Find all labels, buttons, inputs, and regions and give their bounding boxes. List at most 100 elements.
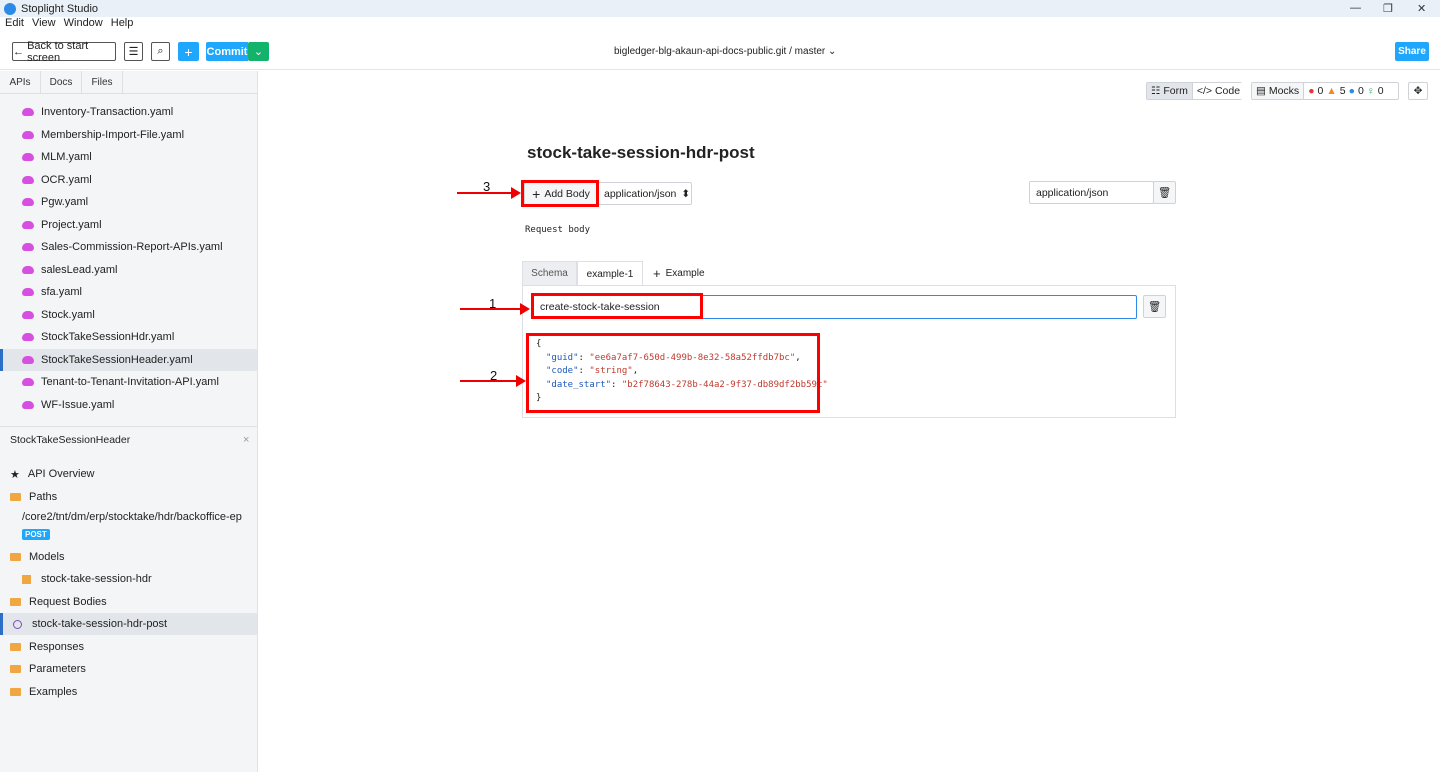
arrow-left-icon: ← <box>13 45 28 58</box>
file-item[interactable]: Stock.yaml <box>0 304 257 326</box>
back-button[interactable]: ← Back to start screen <box>12 40 116 64</box>
info-icon: ● <box>1348 85 1355 97</box>
folder-icon <box>10 553 21 561</box>
folder-icon <box>10 665 21 673</box>
nav-request-body-item[interactable]: stock-take-session-hdr-post <box>0 613 257 635</box>
file-item[interactable]: WF-Issue.yaml <box>0 394 257 416</box>
file-item[interactable]: StockTakeSessionHeader.yaml <box>0 348 257 371</box>
add-example-tab[interactable]: + Example <box>643 261 705 286</box>
api-cloud-icon <box>22 355 34 364</box>
code-tab[interactable]: </> Code <box>1192 83 1245 99</box>
file-item[interactable]: Inventory-Transaction.yaml <box>0 101 257 123</box>
nav-paths[interactable]: Paths <box>0 486 257 508</box>
nav-api-overview[interactable]: ★ API Overview <box>0 463 257 485</box>
file-item[interactable]: Project.yaml <box>0 214 257 236</box>
api-cloud-icon <box>22 265 34 274</box>
annotation-box-1 <box>531 293 703 319</box>
close-window-icon[interactable]: ✕ <box>1417 2 1426 15</box>
server-icon: ▤ <box>1256 85 1269 97</box>
star-icon: ★ <box>10 468 20 481</box>
api-cloud-icon <box>22 400 34 409</box>
nav-examples[interactable]: Examples <box>0 681 257 703</box>
app-title: Stoplight Studio <box>21 2 99 15</box>
description: Request body <box>525 225 591 235</box>
toolbar: ← Back to start screen ☰ ⌕ + Commit ⌄ bi… <box>0 33 1440 70</box>
tab-schema[interactable]: Schema <box>522 261 577 286</box>
tab-files[interactable]: Files <box>82 71 123 93</box>
hint-icon: ♀ <box>1366 85 1375 97</box>
api-cloud-icon <box>22 378 34 386</box>
menu-edit[interactable]: Edit <box>5 17 24 33</box>
nav-request-bodies[interactable]: Request Bodies <box>0 591 257 613</box>
api-cloud-icon <box>22 288 34 296</box>
repo-breadcrumb[interactable]: bigledger-blg-akaun-api-docs-public.git … <box>614 46 836 57</box>
close-panel-icon[interactable]: × <box>243 434 249 446</box>
folder-icon <box>10 493 21 501</box>
commit-dropdown-chevron-icon[interactable]: ⌄ <box>248 42 269 61</box>
menu-bar: Edit View Window Help <box>0 17 133 33</box>
annotation-label-2: 2 <box>490 368 498 383</box>
nav-path-item[interactable]: /core2/tnt/dm/erp/stocktake/hdr/backoffi… <box>0 506 257 528</box>
diagnostics[interactable]: ● 0 ▲ 5 ● 0 ♀ 0 <box>1304 85 1383 97</box>
file-item[interactable]: salesLead.yaml <box>0 259 257 281</box>
menu-help[interactable]: Help <box>111 17 134 33</box>
api-cloud-icon <box>22 108 34 116</box>
mocks-button[interactable]: ▤ Mocks <box>1252 83 1305 99</box>
annotation-label-3: 3 <box>483 179 491 194</box>
file-item[interactable]: Sales-Commission-Report-APIs.yaml <box>0 236 257 258</box>
annotation-label-1: 1 <box>489 296 497 311</box>
tab-apis[interactable]: APIs <box>0 71 41 93</box>
request-body-icon <box>13 619 22 629</box>
media-type-select[interactable]: application/json ⬍ <box>598 182 692 205</box>
restore-icon[interactable]: ❐ <box>1383 2 1393 15</box>
api-cloud-icon <box>22 333 34 341</box>
form-tab[interactable]: ☷ Form <box>1147 83 1193 99</box>
file-item[interactable]: Membership-Import-File.yaml <box>0 124 257 146</box>
annotation-box-2 <box>526 333 820 413</box>
example-tabs: Schema example-1 + Example <box>522 261 705 286</box>
title-bar: Stoplight Studio — ❐ ✕ <box>0 0 1440 17</box>
tab-docs[interactable]: Docs <box>41 71 82 93</box>
file-item[interactable]: Tenant-to-Tenant-Invitation-API.yaml <box>0 371 257 393</box>
media-type-input[interactable]: application/json <box>1029 181 1154 204</box>
api-cloud-icon <box>22 310 34 319</box>
menu-view[interactable]: View <box>32 17 56 33</box>
cube-icon <box>22 574 31 584</box>
annotation-box-3 <box>521 180 599 207</box>
search-icon[interactable]: ⌕ <box>151 42 170 61</box>
nav-model-item[interactable]: stock-take-session-hdr <box>0 568 257 590</box>
menu-window[interactable]: Window <box>64 17 103 33</box>
sort-icon: ⬍ <box>681 187 691 200</box>
nav-responses[interactable]: Responses <box>0 636 257 658</box>
move-icon[interactable]: ✥ <box>1408 82 1428 100</box>
file-item[interactable]: StockTakeSessionHdr.yaml <box>0 326 257 348</box>
breadcrumb-separator: / <box>789 46 792 57</box>
chevron-down-icon: ⌄ <box>828 46 837 57</box>
add-button[interactable]: + <box>178 42 199 61</box>
folder-icon <box>10 688 21 696</box>
file-item[interactable]: OCR.yaml <box>0 169 257 191</box>
api-cloud-icon <box>22 130 34 139</box>
nav-parameters[interactable]: Parameters <box>0 658 257 680</box>
panel-title: StockTakeSessionHeader <box>10 434 131 446</box>
api-cloud-icon <box>22 220 34 229</box>
delete-example-icon[interactable]: 🗑 <box>1143 295 1166 318</box>
nav-models[interactable]: Models <box>0 546 257 568</box>
minimize-icon[interactable]: — <box>1350 2 1361 14</box>
error-icon: ● <box>1308 85 1315 97</box>
api-cloud-icon <box>22 175 34 184</box>
menu-icon[interactable]: ☰ <box>124 42 143 61</box>
status-bar: ▤ Mocks ● 0 ▲ 5 ● 0 ♀ 0 <box>1251 82 1399 100</box>
folder-icon <box>10 643 21 651</box>
trash-icon[interactable]: 🗑 <box>1153 181 1176 204</box>
file-item[interactable]: Pgw.yaml <box>0 191 257 213</box>
commit-button[interactable]: Commit <box>206 42 248 61</box>
app-logo-icon <box>4 2 16 15</box>
share-button[interactable]: Share <box>1395 42 1429 61</box>
tab-example-1[interactable]: example-1 <box>577 261 643 286</box>
method-badge: POST <box>22 529 50 540</box>
api-cloud-icon <box>22 198 34 206</box>
file-item[interactable]: MLM.yaml <box>0 146 257 168</box>
sidebar: APIs Docs Files Inventory-Transaction.ya… <box>0 71 258 772</box>
file-item[interactable]: sfa.yaml <box>0 281 257 303</box>
